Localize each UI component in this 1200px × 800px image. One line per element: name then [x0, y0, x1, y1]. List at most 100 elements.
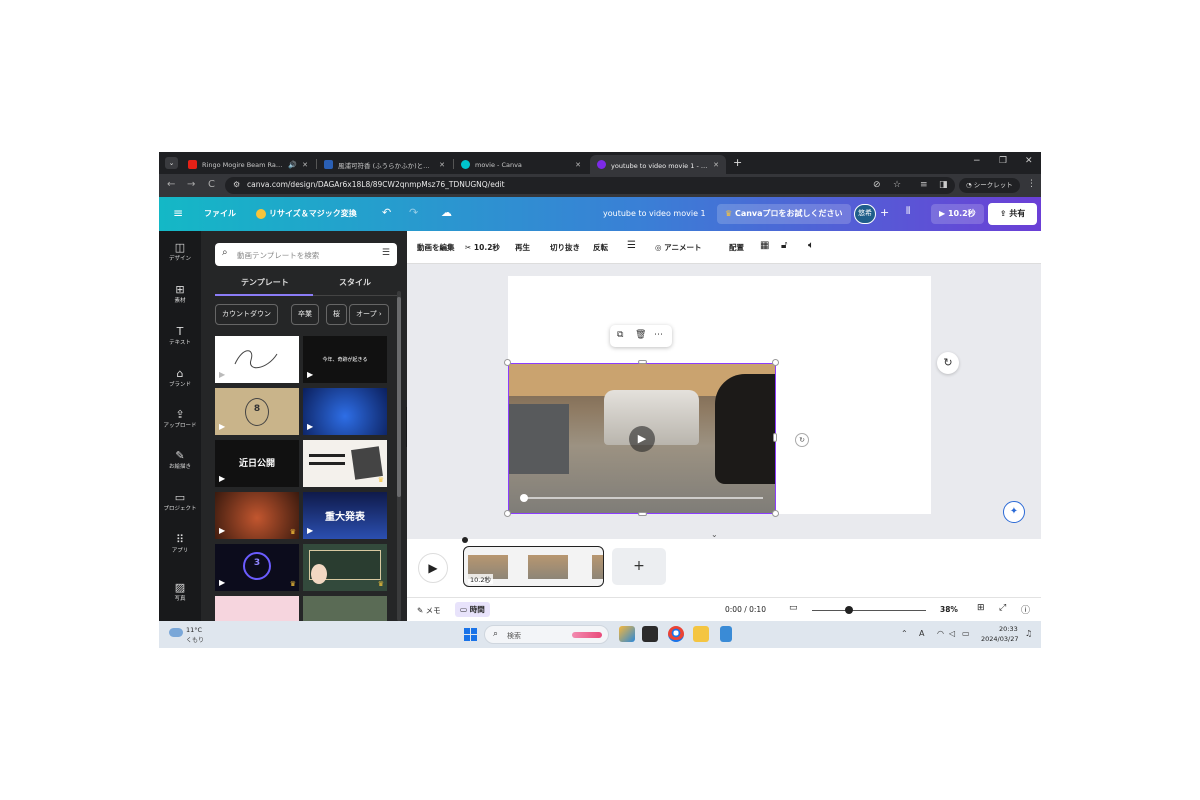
resize-handle[interactable]: [773, 433, 777, 442]
new-tab-button[interactable]: +: [733, 156, 742, 169]
site-settings-icon[interactable]: ⚙: [233, 180, 240, 189]
panel-scrollbar[interactable]: [397, 291, 401, 621]
avatar[interactable]: 悠希: [854, 204, 876, 224]
chip-sakura[interactable]: 桜: [326, 304, 347, 325]
browser-menu-icon[interactable]: ⋮: [1027, 179, 1036, 189]
template-thumb[interactable]: [303, 596, 387, 621]
template-thumb[interactable]: 3 ▶ ♛: [215, 544, 299, 591]
minimize-button[interactable]: −: [973, 156, 981, 166]
chip-opening[interactable]: オープ ›: [349, 304, 389, 325]
animate-button[interactable]: ◎ アニメート: [655, 242, 702, 253]
chevron-up-icon[interactable]: ⌃: [901, 629, 908, 638]
tab-movie-canva[interactable]: movie - Canva ✕: [454, 155, 588, 174]
add-page-button[interactable]: +: [612, 548, 666, 585]
design-title[interactable]: youtube to video movie 1: [603, 209, 706, 218]
tab-youtube-to-video[interactable]: youtube to video movie 1 - 動画 ✕: [590, 155, 726, 174]
tab-fuura[interactable]: 風浦可符香 (ふうらかふか)とは【ピク ✕: [317, 155, 452, 174]
tab-templates[interactable]: テンプレート: [241, 277, 289, 288]
transparency-icon[interactable]: ▦: [760, 240, 769, 251]
resize-handle[interactable]: [504, 359, 511, 366]
volume-icon[interactable]: ◁: [949, 629, 955, 638]
try-pro-button[interactable]: ♛ Canvaプロをお試しください: [717, 204, 851, 224]
cloud-saved-icon[interactable]: ☁: [441, 206, 452, 219]
redo-icon[interactable]: ↷: [409, 206, 418, 219]
rail-brand[interactable]: ⌂ ブランド: [159, 367, 201, 389]
chip-graduation[interactable]: 卒業: [291, 304, 319, 325]
border-style-icon[interactable]: ☰: [627, 240, 636, 251]
hamburger-menu-icon[interactable]: ≡: [173, 206, 183, 220]
page-view-icon[interactable]: ▭: [789, 603, 798, 613]
url-text[interactable]: canva.com/design/DAGAr6x18L8/89CW2qnmpMs…: [247, 180, 505, 189]
edit-video-button[interactable]: 動画を編集: [417, 242, 455, 253]
rail-design[interactable]: ◫ デザイン: [159, 241, 201, 263]
rail-photos[interactable]: ▨ 写真: [159, 581, 201, 603]
template-thumb[interactable]: 8 ▶: [215, 388, 299, 435]
resize-handle[interactable]: [772, 510, 779, 517]
lock-icon[interactable]: 🔓︎: [781, 240, 787, 251]
restore-button[interactable]: ❐: [999, 156, 1007, 166]
chip-countdown[interactable]: カウントダウン: [215, 304, 278, 325]
rail-apps[interactable]: ⠿ アプリ: [159, 533, 201, 555]
address-bar[interactable]: ⚙ canva.com/design/DAGAr6x18L8/89CW2qnmp…: [225, 177, 955, 194]
bookmark-star-icon[interactable]: ☆: [893, 180, 901, 190]
battery-icon[interactable]: ▭: [962, 629, 970, 638]
tab-close-icon[interactable]: ✕: [575, 161, 581, 169]
chevron-down-icon[interactable]: ⌄: [711, 530, 718, 539]
eye-off-icon[interactable]: ⊘: [873, 180, 881, 190]
rail-text[interactable]: T テキスト: [159, 325, 201, 347]
resize-magic-button[interactable]: リサイズ＆マジック変換: [256, 208, 357, 219]
reading-list-icon[interactable]: ≡: [920, 180, 928, 190]
video-progress-bar[interactable]: [520, 494, 763, 502]
app-icon[interactable]: [619, 626, 635, 642]
back-button[interactable]: ←: [167, 179, 175, 190]
template-thumb[interactable]: 重大発表 ▶: [303, 492, 387, 539]
resize-handle[interactable]: [638, 512, 647, 516]
tab-ringo[interactable]: Ringo Mogire Beam Rap! - 🔊 ✕: [181, 155, 315, 174]
weather-temperature[interactable]: 11°C: [186, 626, 202, 634]
ime-icon[interactable]: A: [919, 629, 924, 638]
rail-upload[interactable]: ⇪ アップロード: [159, 408, 201, 430]
video-element[interactable]: ▶: [508, 363, 776, 514]
template-thumb[interactable]: ▶: [303, 388, 387, 435]
template-thumb[interactable]: ♛: [303, 440, 387, 487]
reload-button[interactable]: C: [208, 179, 215, 190]
tab-styles[interactable]: スタイル: [339, 277, 371, 288]
duplicate-icon[interactable]: ⧉: [617, 330, 623, 340]
template-thumb[interactable]: ▶ ♛: [215, 492, 299, 539]
flip-button[interactable]: 反転: [593, 242, 608, 253]
resize-handle[interactable]: [504, 510, 511, 517]
rail-draw[interactable]: ✎ お絵描き: [159, 449, 201, 471]
template-thumb[interactable]: ♛: [303, 544, 387, 591]
file-menu[interactable]: ファイル: [204, 208, 236, 219]
template-search-input[interactable]: ⌕ 動画テンプレートを検索 ☰: [215, 243, 397, 266]
forward-button[interactable]: →: [187, 179, 195, 190]
resize-handle[interactable]: [772, 359, 779, 366]
regenerate-icon[interactable]: ↻: [937, 352, 959, 374]
taskbar-date[interactable]: 2024/03/27: [981, 635, 1018, 643]
windows-start-icon[interactable]: [464, 628, 477, 641]
file-explorer-icon[interactable]: [693, 626, 709, 642]
timer-button[interactable]: ▭ 時間: [455, 602, 490, 617]
help-icon[interactable]: ⓘ: [1021, 603, 1030, 616]
volume-icon[interactable]: 🔈︎: [808, 240, 814, 251]
more-icon[interactable]: ⋯: [654, 330, 663, 340]
tab-search-button[interactable]: ⌄: [165, 157, 178, 169]
wifi-icon[interactable]: ◠: [937, 629, 944, 638]
timeline-play-button[interactable]: ▶: [418, 553, 448, 583]
chrome-icon[interactable]: [668, 626, 684, 642]
task-view-icon[interactable]: [642, 626, 658, 642]
audio-icon[interactable]: 🔊: [288, 161, 297, 169]
side-panel-icon[interactable]: ◨: [939, 180, 948, 190]
share-button[interactable]: ⇪ 共有: [988, 203, 1037, 225]
zoom-slider-handle[interactable]: [845, 606, 853, 614]
incognito-badge[interactable]: ◔ シークレット: [959, 178, 1020, 193]
notification-bell-icon[interactable]: ♫: [1025, 629, 1032, 638]
magic-assistant-icon[interactable]: ✦: [1003, 501, 1025, 523]
template-thumb[interactable]: 今年、奇跡が起きる ▶: [303, 336, 387, 383]
zoom-slider[interactable]: [812, 610, 926, 611]
tab-close-icon[interactable]: ✕: [713, 161, 719, 169]
taskbar-time[interactable]: 20:33: [999, 625, 1018, 633]
trash-icon[interactable]: 🗑︎: [635, 330, 646, 340]
video-play-icon[interactable]: ▶: [629, 426, 655, 452]
rotate-handle-icon[interactable]: ↻: [795, 433, 809, 447]
